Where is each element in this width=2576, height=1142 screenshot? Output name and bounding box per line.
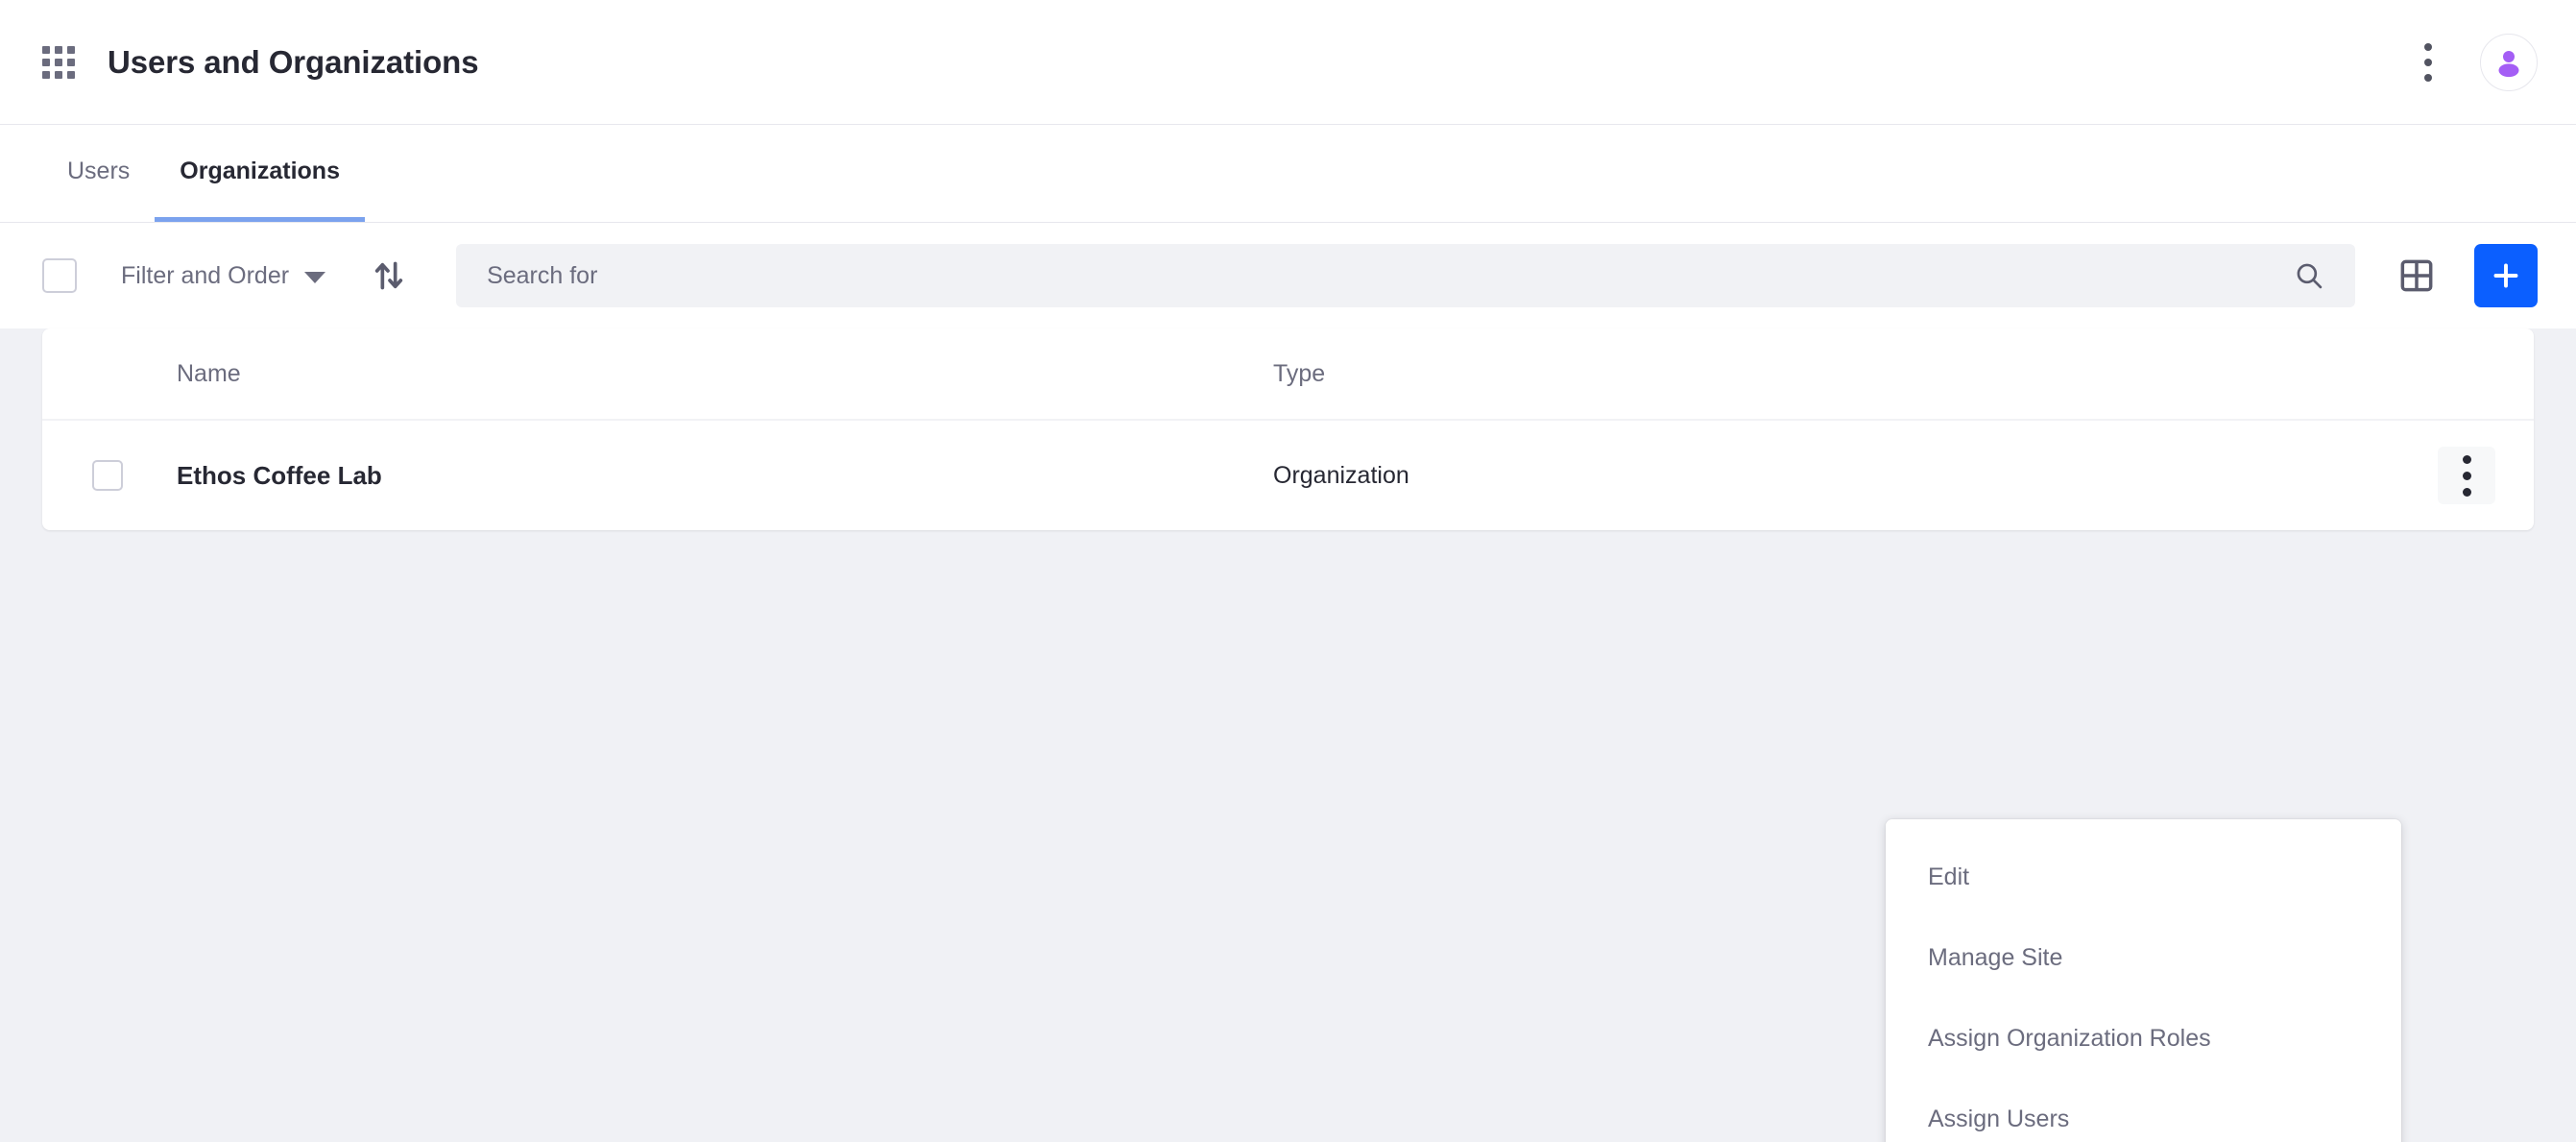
tab-bar: Users Organizations (0, 125, 2576, 223)
user-avatar-icon (2498, 50, 2519, 77)
grid-view-toggle-button[interactable] (2390, 249, 2444, 303)
content-area: Name Type Ethos Coffee Lab Organization … (0, 328, 2576, 1142)
search-input[interactable] (487, 261, 2288, 290)
add-button[interactable] (2474, 244, 2538, 307)
filter-and-order-label: Filter and Order (121, 261, 290, 289)
grid-apps-icon[interactable] (42, 45, 75, 79)
grid-view-icon (2400, 259, 2433, 292)
page-title: Users and Organizations (108, 44, 479, 80)
header-kebab-menu-button[interactable] (2411, 40, 2445, 85)
row-actions-dropdown-menu: Edit Manage Site Assign Organization Rol… (1886, 819, 2401, 1142)
organizations-table-card: Name Type Ethos Coffee Lab Organization (42, 328, 2534, 530)
cell-type: Organization (1273, 461, 1409, 489)
sort-arrows-icon (374, 261, 403, 290)
filter-and-order-dropdown[interactable]: Filter and Order (121, 261, 326, 290)
row-actions (2438, 447, 2495, 504)
table-row[interactable]: Ethos Coffee Lab Organization (42, 421, 2534, 530)
menu-item-edit[interactable]: Edit (1886, 837, 2401, 917)
organization-name: Ethos Coffee Lab (177, 460, 382, 490)
app-header: Users and Organizations (0, 0, 2576, 125)
menu-item-assign-users[interactable]: Assign Users (1886, 1079, 2401, 1142)
sort-direction-button[interactable] (366, 253, 412, 299)
menu-item-label: Assign Organization Roles (1928, 1024, 2211, 1052)
menu-item-label: Assign Users (1928, 1105, 2070, 1132)
menu-item-label: Edit (1928, 863, 1970, 890)
cell-name: Ethos Coffee Lab (92, 460, 1273, 491)
column-header-type: Type (1273, 359, 1326, 387)
menu-item-manage-site[interactable]: Manage Site (1886, 917, 2401, 998)
tab-organizations-label: Organizations (180, 157, 340, 184)
search-bar[interactable] (456, 244, 2355, 307)
column-header-name: Name (177, 359, 241, 387)
tab-organizations[interactable]: Organizations (155, 125, 365, 222)
table-header-row: Name Type (42, 328, 2534, 421)
menu-item-assign-organization-roles[interactable]: Assign Organization Roles (1886, 998, 2401, 1079)
tab-users[interactable]: Users (42, 125, 155, 222)
header-actions (2411, 33, 2538, 91)
search-icon[interactable] (2288, 255, 2330, 297)
management-toolbar: Filter and Order (0, 223, 2576, 328)
chevron-down-icon (304, 271, 326, 283)
row-kebab-menu-button[interactable] (2438, 447, 2495, 504)
plus-icon (2493, 263, 2518, 288)
avatar[interactable] (2480, 33, 2538, 91)
row-select-checkbox[interactable] (92, 460, 123, 491)
menu-item-label: Manage Site (1928, 943, 2063, 971)
select-all-checkbox[interactable] (42, 258, 77, 293)
tab-users-label: Users (67, 157, 131, 184)
